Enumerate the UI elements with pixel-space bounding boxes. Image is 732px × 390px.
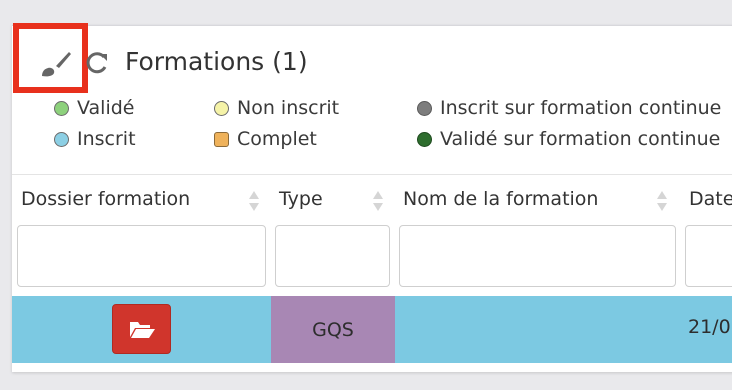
column-header-date[interactable]: Date (689, 174, 732, 224)
refresh-icon[interactable] (83, 49, 111, 77)
legend-label: Validé (77, 97, 135, 119)
page-title: Formations (1) (125, 47, 308, 76)
column-header-label: Type (279, 188, 323, 210)
yellow-dot-icon (214, 100, 229, 116)
filter-input-type[interactable] (275, 225, 390, 287)
legend-valide: Validé (54, 97, 134, 119)
sort-icon[interactable] (372, 190, 384, 212)
orange-square-icon (214, 131, 229, 147)
filter-input-dossier[interactable] (17, 225, 266, 287)
sort-icon[interactable] (248, 190, 260, 212)
legend-valide-formation-continue: Validé sur formation continue (417, 128, 720, 150)
folder-open-icon (129, 322, 155, 338)
column-header-type[interactable]: Type (279, 174, 323, 224)
legend-label: Complet (237, 128, 317, 150)
legend-complet: Complet (214, 128, 317, 150)
legend-label: Validé sur formation continue (440, 128, 721, 150)
open-dossier-button[interactable] (112, 304, 171, 354)
legend-label: Non inscrit (237, 97, 340, 119)
column-header-label: Dossier formation (21, 188, 191, 210)
legend-non-inscrit: Non inscrit (214, 97, 339, 119)
legend-inscrit: Inscrit (54, 128, 136, 150)
highlight-box (13, 23, 88, 93)
type-value: GQS (312, 318, 354, 341)
filter-input-date[interactable] (685, 225, 732, 287)
filter-input-nom[interactable] (399, 225, 676, 287)
legend-inscrit-formation-continue: Inscrit sur formation continue (417, 97, 721, 119)
green-dot-icon (54, 100, 69, 116)
legend-label: Inscrit (77, 128, 136, 150)
date-cell: 21/0 (688, 316, 731, 338)
column-header-dossier-formation[interactable]: Dossier formation (21, 174, 190, 224)
column-header-label: Nom de la formation (403, 188, 599, 210)
type-cell: GQS (271, 296, 395, 363)
blue-dot-icon (54, 131, 69, 147)
legend-label: Inscrit sur formation continue (440, 97, 722, 119)
column-header-nom-formation[interactable]: Nom de la formation (403, 174, 598, 224)
dark-green-dot-icon (417, 131, 432, 147)
sort-icon[interactable] (656, 190, 668, 212)
gray-dot-icon (417, 100, 432, 116)
column-header-label: Date (689, 188, 732, 210)
